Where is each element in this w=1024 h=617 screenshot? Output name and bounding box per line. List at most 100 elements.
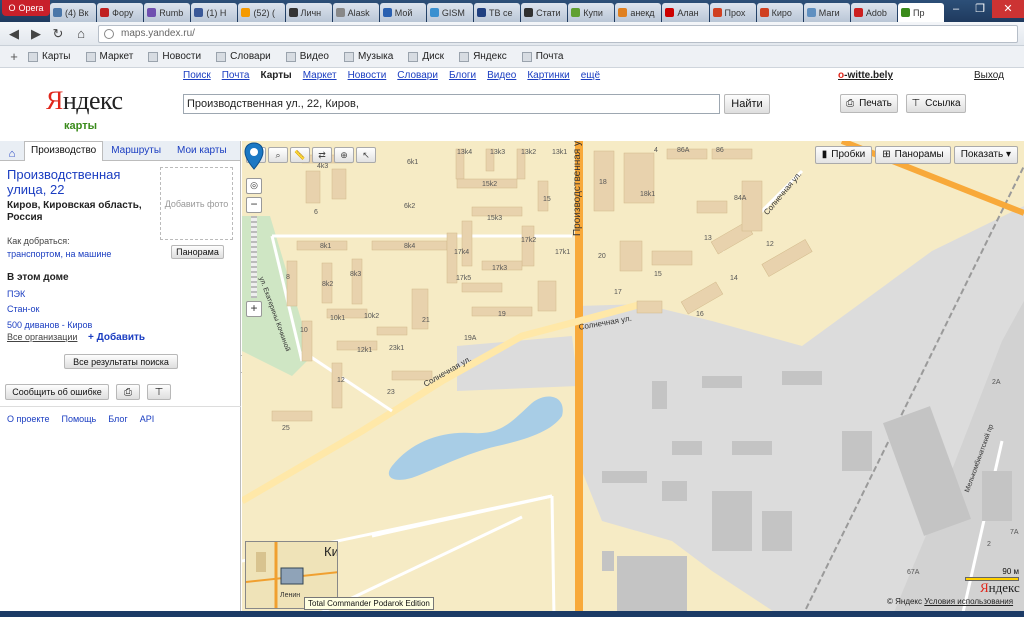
bookmark-item[interactable]: Музыка	[343, 51, 393, 62]
browser-tab[interactable]: Adob	[850, 3, 897, 22]
service-link[interactable]: Блоги	[449, 70, 476, 81]
service-link[interactable]: Картинки	[527, 70, 569, 81]
terms-link[interactable]: Условия использования	[924, 597, 1013, 606]
report-error-button[interactable]: Сообщить об ошибке	[5, 384, 109, 400]
bookmark-item[interactable]: Почта	[521, 51, 563, 62]
bookmark-item[interactable]: Карты	[28, 51, 71, 62]
service-link[interactable]: Видео	[487, 70, 516, 81]
browser-tab[interactable]: Фору	[97, 3, 144, 22]
service-link[interactable]: ещё	[581, 70, 600, 81]
browser-tab[interactable]: ТВ се	[473, 3, 521, 22]
route-tool-icon[interactable]: ⇄	[312, 147, 332, 163]
browser-tab[interactable]: (52) (	[238, 3, 285, 22]
footer-api-link[interactable]: API	[140, 414, 155, 424]
browser-tab[interactable]: GISM	[426, 3, 473, 22]
close-icon[interactable]: ✕	[992, 0, 1024, 18]
zoom-out-button[interactable]: −	[246, 197, 262, 213]
new-tab-button[interactable]: +	[930, 4, 944, 20]
all-results-button[interactable]: Все результаты поиска	[64, 354, 178, 369]
browser-tab[interactable]: Личн	[285, 3, 332, 22]
search-input[interactable]: Производственная ул., 22, Киров,	[183, 94, 720, 114]
cursor-tool-icon[interactable]: ↖	[356, 147, 376, 163]
url-field[interactable]: maps.yandex.ru/	[98, 25, 1018, 43]
zoom-in-button[interactable]: +	[246, 301, 262, 317]
org-link[interactable]: 500 диванов - Киров	[7, 320, 92, 330]
browser-tab[interactable]: (1) Н	[191, 3, 238, 22]
add-photo-box[interactable]: Добавить фото	[160, 167, 233, 240]
tab-favicon-icon	[571, 8, 581, 17]
home-tab-icon[interactable]: ⌂	[0, 148, 24, 160]
printer-icon: ⎙	[846, 98, 855, 109]
panel-print-button[interactable]: ⎙	[116, 384, 140, 400]
tab-favicon-icon	[665, 8, 675, 17]
reload-icon[interactable]: ↻	[50, 26, 66, 42]
browser-tab[interactable]: (4) Вк	[50, 3, 97, 22]
browser-tab[interactable]: Alask	[332, 3, 379, 22]
yandex-logo[interactable]: Яндекс	[46, 86, 123, 116]
browser-tab[interactable]: Стати	[521, 3, 568, 22]
bookmark-item[interactable]: Маркет	[85, 51, 133, 62]
how-to-get-links[interactable]: транспортом, на машине	[7, 249, 111, 259]
service-link[interactable]: Почта	[222, 70, 250, 81]
bookmark-item[interactable]: Новости	[148, 51, 201, 62]
add-organization-link[interactable]: + Добавить	[88, 332, 145, 343]
username-link[interactable]: o-witte.bely	[838, 70, 893, 81]
service-link[interactable]: Новости	[348, 70, 387, 81]
logout-link[interactable]: Выход	[974, 70, 1004, 81]
bookmark-item[interactable]: Яндекс	[459, 51, 507, 62]
org-link[interactable]: ПЭК	[7, 289, 25, 299]
browser-tab[interactable]: анекд	[615, 3, 662, 22]
logo-subtitle[interactable]: карты	[64, 120, 97, 132]
service-link[interactable]: Карты	[261, 70, 292, 81]
footer-about-link[interactable]: О проекте	[7, 414, 49, 424]
window-controls: – ❐ ✕	[944, 0, 1024, 18]
all-organizations-link[interactable]: Все организации	[7, 332, 77, 342]
browser-tab[interactable]: Мой	[379, 3, 426, 22]
print-button[interactable]: ⎙ Печать	[840, 94, 898, 113]
org-link[interactable]: Стан-ок	[7, 304, 39, 314]
opera-menu-button[interactable]: O Opera	[2, 0, 50, 16]
bookmark-item[interactable]: Диск	[408, 51, 444, 62]
address-title[interactable]: Производственная улица, 22	[7, 167, 157, 197]
panoramas-button[interactable]: ⊞ Панорамы	[875, 146, 951, 164]
bookmark-item[interactable]: Словари	[216, 51, 271, 62]
minimize-icon[interactable]: –	[944, 0, 968, 18]
location-pin-icon[interactable]	[242, 141, 266, 173]
map-canvas[interactable]: 6k1 4k3 13k4 13k3 13k2 13k1 15k2 15 15k3 6k2 6 8k1 8…	[242, 141, 1024, 617]
search-button[interactable]: Найти	[724, 94, 770, 114]
browser-tab[interactable]: Алан	[662, 3, 709, 22]
footer-help-link[interactable]: Помощь	[61, 414, 96, 424]
footer-blog-link[interactable]: Блог	[108, 414, 127, 424]
browser-tab[interactable]: Маги	[803, 3, 850, 22]
maximize-icon[interactable]: ❐	[968, 0, 992, 18]
tab-favicon-icon	[429, 8, 439, 17]
magnifier-tool-icon[interactable]: ⌕	[268, 147, 288, 163]
browser-tab[interactable]: Купи	[568, 3, 615, 22]
service-link[interactable]: Словари	[397, 70, 438, 81]
service-link[interactable]: Маркет	[303, 70, 337, 81]
back-icon[interactable]: ◀	[6, 26, 22, 42]
link-button[interactable]: ⊤ Ссылка	[906, 94, 966, 113]
bookmark-icon	[216, 51, 227, 62]
browser-tab[interactable]: Киро	[756, 3, 803, 22]
house-number-label: 10	[300, 327, 308, 334]
browser-tab[interactable]: Rumb	[144, 3, 191, 22]
forward-icon[interactable]: ▶	[28, 26, 44, 42]
tab-favicon-icon	[900, 8, 910, 17]
show-dropdown-button[interactable]: Показать ▾	[953, 146, 1018, 164]
tab-my-maps[interactable]: Мои карты	[169, 145, 235, 160]
panorama-button[interactable]: Панорама	[171, 245, 224, 259]
panel-link-button[interactable]: ⊤	[147, 384, 171, 400]
pin-tool-icon[interactable]: ⊕	[334, 147, 354, 163]
zoom-slider[interactable]	[251, 216, 257, 298]
add-bookmark-icon[interactable]: +	[0, 49, 28, 64]
traffic-button[interactable]: ▮ Пробки	[814, 146, 873, 164]
bookmark-item[interactable]: Видео	[285, 51, 329, 62]
browser-tab[interactable]: Прох	[709, 3, 756, 22]
home-icon[interactable]: ⌂	[73, 26, 89, 42]
ruler-tool-icon[interactable]: 📏	[290, 147, 310, 163]
tab-routes[interactable]: Маршруты	[103, 145, 169, 160]
tab-search-result[interactable]: Производство	[24, 141, 104, 161]
locate-icon[interactable]: ◎	[246, 178, 262, 194]
service-link[interactable]: Поиск	[183, 70, 211, 81]
